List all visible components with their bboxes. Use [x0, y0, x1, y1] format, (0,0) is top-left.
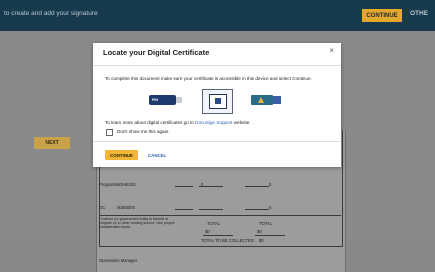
- close-icon[interactable]: ×: [329, 47, 334, 55]
- screen-frame: [209, 94, 227, 109]
- doc-code: M3E6000: [117, 205, 135, 210]
- next-field-button[interactable]: NEXT: [34, 137, 70, 149]
- other-actions-menu[interactable]: OTHE: [410, 10, 428, 17]
- total-left-value: $0: [205, 229, 210, 234]
- usb-label: PIN: [152, 97, 158, 102]
- field-line: [255, 235, 285, 236]
- row-label: Programs: [99, 182, 118, 187]
- dont-show-label[interactable]: Don't show me this again.: [117, 129, 169, 134]
- certificate-icon: [215, 98, 221, 104]
- smart-card-icon: [251, 95, 281, 105]
- document-viewer: NEXT MSL1350 MSL1165 Total Engineering M…: [0, 31, 435, 272]
- certificate-dialog: Locate your Digital Certificate × To com…: [93, 43, 341, 167]
- computer-certificate-icon: [202, 89, 233, 114]
- divider: [93, 141, 341, 142]
- doc-code: M3HE100: [117, 182, 136, 187]
- usb-token-icon: PIN: [149, 95, 182, 105]
- field-line[interactable]: [175, 209, 193, 210]
- divider: [93, 65, 341, 66]
- field-line[interactable]: [245, 186, 269, 187]
- zero-value: 0: [269, 182, 272, 187]
- field-line: [203, 235, 233, 236]
- divider: [99, 215, 341, 216]
- dialog-title: Locate your Digital Certificate: [103, 48, 210, 57]
- row-label: OC: [99, 205, 106, 210]
- field-line[interactable]: [199, 209, 223, 210]
- total-right-label: TOTAL: [259, 221, 273, 226]
- field-line[interactable]: [175, 186, 193, 187]
- info-suffix: website.: [232, 120, 251, 125]
- dialog-body-text: To complete this document make sure your…: [105, 76, 312, 81]
- instruction-text: to create and add your signature: [4, 10, 98, 17]
- zero-value: 0: [201, 182, 204, 187]
- footnote-text: * Indirect (or government entity to bene…: [99, 217, 175, 229]
- top-action-bar: to create and add your signature CONTINU…: [0, 0, 435, 31]
- continue-button[interactable]: CONTINUE: [362, 9, 402, 22]
- dialog-cancel-button[interactable]: CANCEL: [148, 150, 166, 160]
- dont-show-checkbox[interactable]: [106, 129, 113, 136]
- dialog-continue-button[interactable]: CONTINUE: [105, 150, 138, 160]
- info-text: To learn more about digital certificates…: [105, 120, 251, 125]
- field-line[interactable]: [245, 209, 269, 210]
- total-right-value: $0: [257, 229, 262, 234]
- docusign-support-link[interactable]: DocuSign Support: [195, 120, 232, 125]
- total-left-label: TOTAL: [207, 221, 221, 226]
- signer-title: Operations Manager: [99, 258, 138, 263]
- card-flag-icon: [258, 97, 264, 103]
- info-prefix: To learn more about digital certificates…: [105, 120, 196, 125]
- card-chip-icon: [273, 96, 281, 104]
- zero-value: 0: [269, 205, 272, 210]
- usb-connector: [176, 97, 182, 103]
